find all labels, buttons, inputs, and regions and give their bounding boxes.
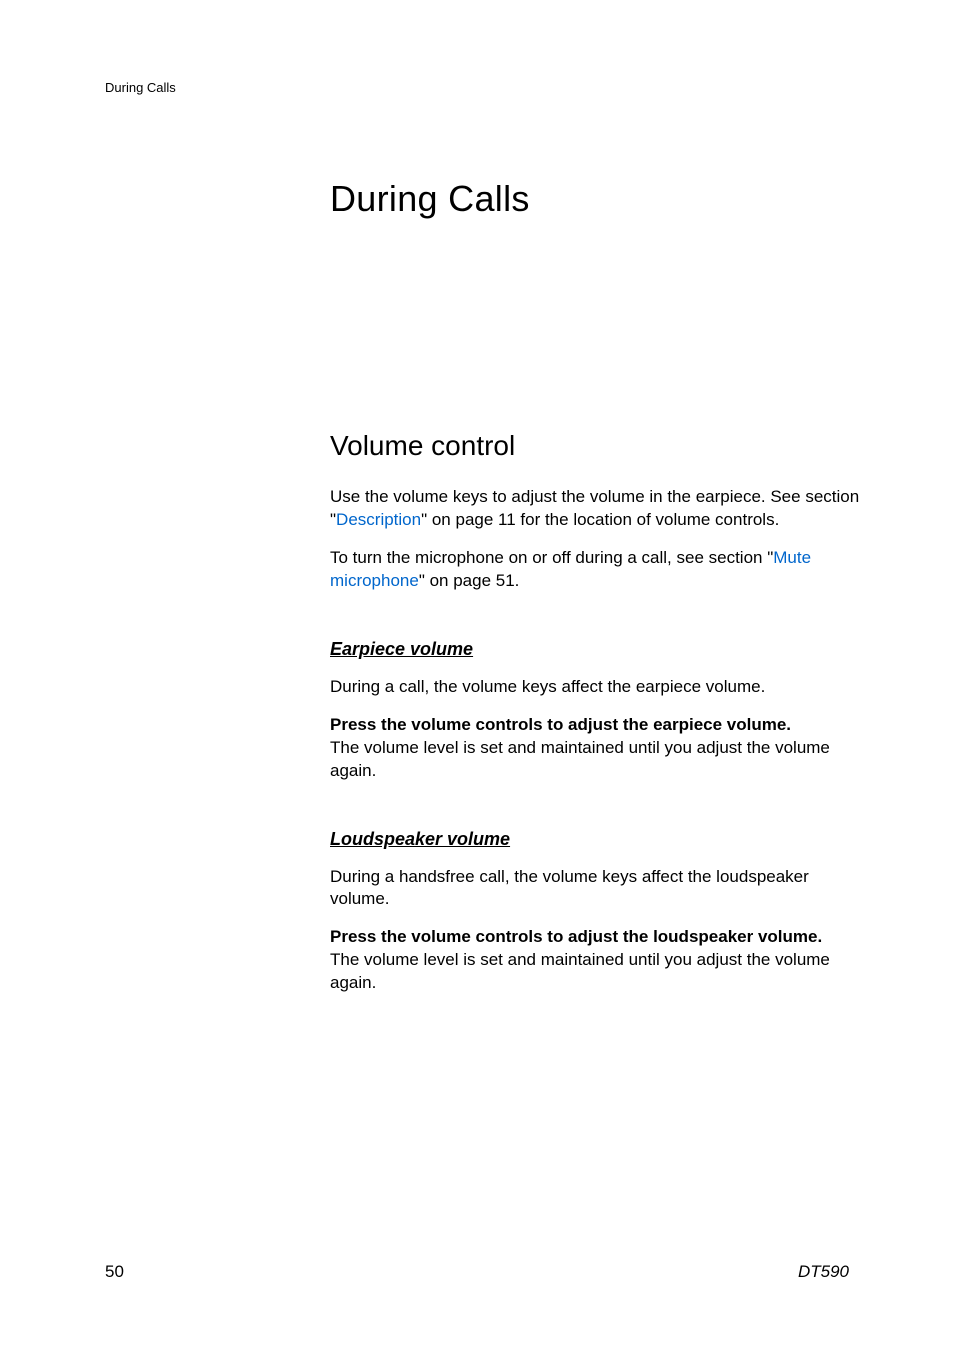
running-header: During Calls <box>105 80 176 95</box>
loudspeaker-bold: Press the volume controls to adjust the … <box>330 927 822 946</box>
loudspeaker-instruction: Press the volume controls to adjust the … <box>330 926 860 995</box>
earpiece-bold: Press the volume controls to adjust the … <box>330 715 791 734</box>
loudspeaker-text1: During a handsfree call, the volume keys… <box>330 866 860 912</box>
earpiece-text1: During a call, the volume keys affect th… <box>330 676 860 699</box>
mute-text-before: To turn the microphone on or off during … <box>330 548 773 567</box>
footer: 50 DT590 <box>105 1262 849 1282</box>
intro-text-after: " on page 11 for the location of volume … <box>421 510 779 529</box>
mute-text-after: " on page 51. <box>419 571 520 590</box>
mute-paragraph: To turn the microphone on or off during … <box>330 547 860 593</box>
loudspeaker-heading: Loudspeaker volume <box>330 829 860 850</box>
earpiece-instruction: Press the volume controls to adjust the … <box>330 714 860 783</box>
content-area: During Calls Volume control Use the volu… <box>330 178 860 1010</box>
page-number: 50 <box>105 1262 124 1282</box>
loudspeaker-text2: The volume level is set and maintained u… <box>330 950 830 992</box>
earpiece-text2: The volume level is set and maintained u… <box>330 738 830 780</box>
document-id: DT590 <box>798 1262 849 1282</box>
description-link[interactable]: Description <box>336 510 421 529</box>
chapter-title: During Calls <box>330 178 860 220</box>
earpiece-heading: Earpiece volume <box>330 639 860 660</box>
section-title: Volume control <box>330 430 860 462</box>
intro-paragraph: Use the volume keys to adjust the volume… <box>330 486 860 532</box>
